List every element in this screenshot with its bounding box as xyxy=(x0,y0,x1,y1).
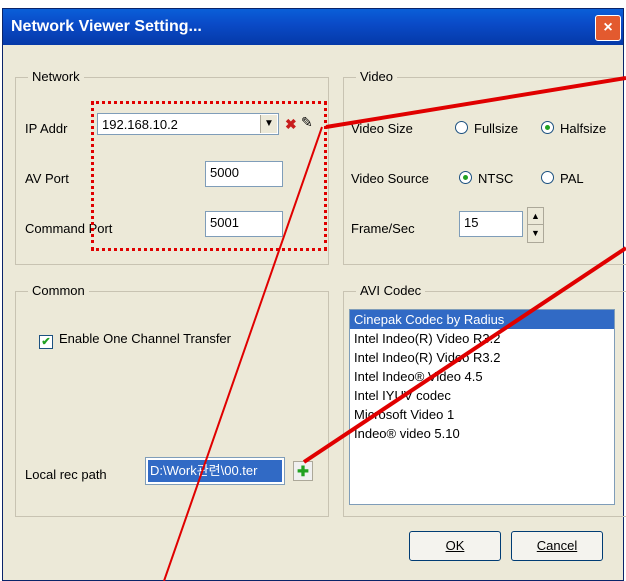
title-bar[interactable]: Network Viewer Setting... × xyxy=(3,9,623,45)
halfsize-label: Halfsize xyxy=(560,121,607,136)
local-rec-path-input[interactable]: D:\Work관련\00.ter xyxy=(145,457,285,485)
check-icon: ✔ xyxy=(39,335,53,349)
codec-list-item[interactable]: Cinepak Codec by Radius xyxy=(350,310,614,329)
codec-list-item[interactable]: Intel Indeo(R) Video R3.2 xyxy=(350,348,614,367)
local-rec-path-value: D:\Work관련\00.ter xyxy=(148,460,282,482)
enable-transfer-label: Enable One Channel Transfer xyxy=(59,331,231,346)
halfsize-radio-dot xyxy=(541,121,554,134)
pal-radio-dot xyxy=(541,171,554,184)
cancel-button[interactable]: Cancel xyxy=(511,531,603,561)
codec-list-item[interactable]: Intel Indeo® Video 4.5 xyxy=(350,367,614,386)
fullsize-label: Fullsize xyxy=(474,121,519,136)
video-group-label: Video xyxy=(356,69,398,84)
fullsize-radio-dot xyxy=(455,121,468,134)
avi-codec-listbox[interactable]: Cinepak Codec by Radius Intel Indeo(R) V… xyxy=(349,309,615,505)
close-button[interactable]: × xyxy=(595,15,621,41)
pal-label: PAL xyxy=(560,171,584,186)
window-title: Network Viewer Setting... xyxy=(11,18,202,35)
cancel-button-label: Cancel xyxy=(536,538,578,553)
frame-sec-label: Frame/Sec xyxy=(351,221,415,236)
frame-sec-input[interactable]: 15 xyxy=(459,211,523,237)
ntsc-label: NTSC xyxy=(478,171,514,186)
ip-addr-label: IP Addr xyxy=(25,121,68,136)
fullsize-radio[interactable]: Fullsize xyxy=(455,121,518,136)
spin-up-icon[interactable]: ▲ xyxy=(528,208,543,225)
common-group-label: Common xyxy=(28,283,89,298)
ok-button[interactable]: OK xyxy=(409,531,501,561)
codec-list-item[interactable]: Intel Indeo(R) Video R3.2 xyxy=(350,329,614,348)
video-source-label: Video Source xyxy=(351,171,429,186)
halfsize-radio[interactable]: Halfsize xyxy=(541,121,606,136)
local-rec-path-label: Local rec path xyxy=(25,467,107,482)
pal-radio[interactable]: PAL xyxy=(541,171,584,186)
enable-transfer-checkbox[interactable]: ✔ Enable One Channel Transfer xyxy=(39,331,231,349)
ntsc-radio[interactable]: NTSC xyxy=(459,171,513,186)
codec-list-item[interactable]: Indeo® video 5.10 xyxy=(350,424,614,443)
ok-button-label: OK xyxy=(445,538,465,553)
highlight-box xyxy=(91,101,327,251)
avi-codec-group-label: AVI Codec xyxy=(356,283,426,298)
video-size-label: Video Size xyxy=(351,121,413,136)
av-port-label: AV Port xyxy=(25,171,69,186)
frame-sec-spinner[interactable]: ▲ ▼ xyxy=(527,207,544,243)
codec-list-item[interactable]: Intel IYUV codec xyxy=(350,386,614,405)
browse-folder-icon[interactable]: ✚ xyxy=(293,461,313,481)
codec-list-item[interactable]: Microsoft Video 1 xyxy=(350,405,614,424)
network-viewer-setting-dialog: Network Viewer Setting... × Network IP A… xyxy=(2,8,626,581)
spin-down-icon[interactable]: ▼ xyxy=(528,225,543,242)
ntsc-radio-dot xyxy=(459,171,472,184)
network-group-label: Network xyxy=(28,69,84,84)
